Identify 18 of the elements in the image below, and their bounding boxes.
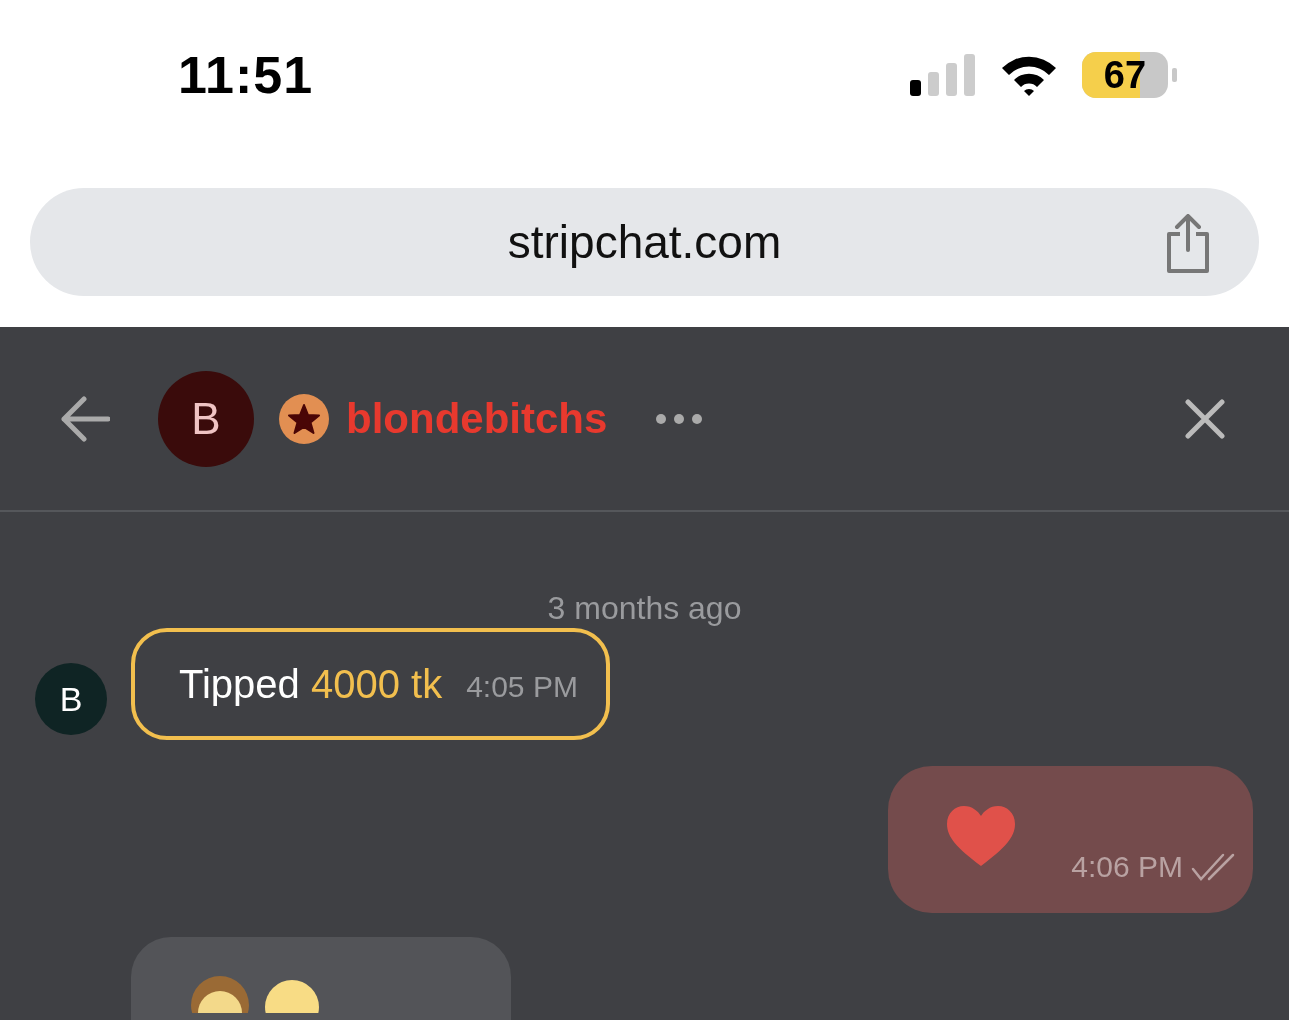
star-badge-icon	[278, 392, 330, 445]
avatar[interactable]: B	[158, 370, 254, 467]
url-text: stripchat.com	[507, 214, 782, 270]
clock-time: 11:51	[178, 45, 314, 106]
battery-tip-icon	[1172, 68, 1177, 82]
battery-percentage: 67	[1103, 52, 1147, 98]
message-time: 4:05 PM	[466, 668, 578, 705]
more-icon[interactable]	[655, 412, 704, 425]
address-bar[interactable]: stripchat.com	[30, 188, 1259, 296]
avatar[interactable]: B	[35, 663, 107, 735]
tip-text: Tipped 4000 tk	[179, 661, 443, 708]
signal-icon	[910, 54, 976, 96]
message-time: 4:06 PM	[1071, 849, 1183, 885]
close-icon[interactable]	[1185, 398, 1225, 439]
heart-icon	[945, 804, 1017, 868]
wifi-icon	[1000, 54, 1058, 96]
back-arrow-icon[interactable]	[60, 395, 110, 442]
date-divider: 3 months ago	[546, 589, 743, 628]
